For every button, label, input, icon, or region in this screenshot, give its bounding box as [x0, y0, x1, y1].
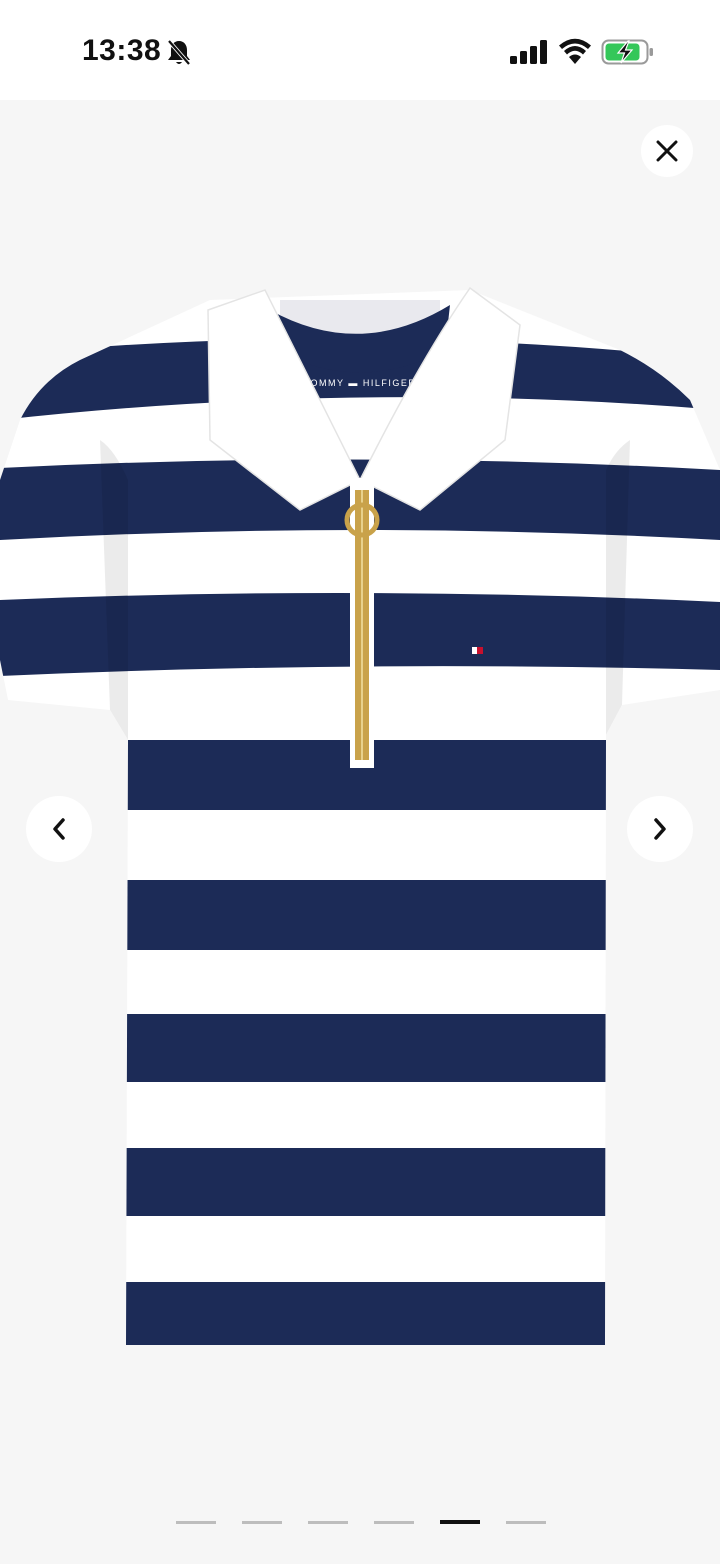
pagination-indicator[interactable]	[242, 1521, 282, 1524]
pagination-indicator[interactable]	[374, 1521, 414, 1524]
pagination-indicator[interactable]	[440, 1520, 480, 1524]
pagination-indicator[interactable]	[308, 1521, 348, 1524]
chevron-left-icon	[53, 818, 65, 840]
cellular-signal-icon	[510, 40, 548, 69]
previous-image-button[interactable]	[26, 796, 92, 862]
product-image: TOMMY ▬ HILFIGER	[0, 100, 720, 1564]
chevron-right-icon	[654, 818, 666, 840]
next-image-button[interactable]	[627, 796, 693, 862]
pagination-indicator[interactable]	[176, 1521, 216, 1524]
brand-label: TOMMY ▬ HILFIGER	[304, 378, 417, 388]
status-time: 13:38	[82, 34, 162, 67]
product-image-gallery[interactable]: TOMMY ▬ HILFIGER	[0, 100, 720, 1564]
image-pagination	[176, 1520, 546, 1526]
battery-charging-icon	[601, 39, 655, 70]
status-bar: 13:38	[0, 0, 720, 100]
close-icon	[656, 140, 678, 162]
wifi-icon	[558, 38, 592, 69]
bell-slash-icon	[166, 38, 192, 71]
close-button[interactable]	[641, 125, 693, 177]
pagination-indicator[interactable]	[506, 1521, 546, 1524]
